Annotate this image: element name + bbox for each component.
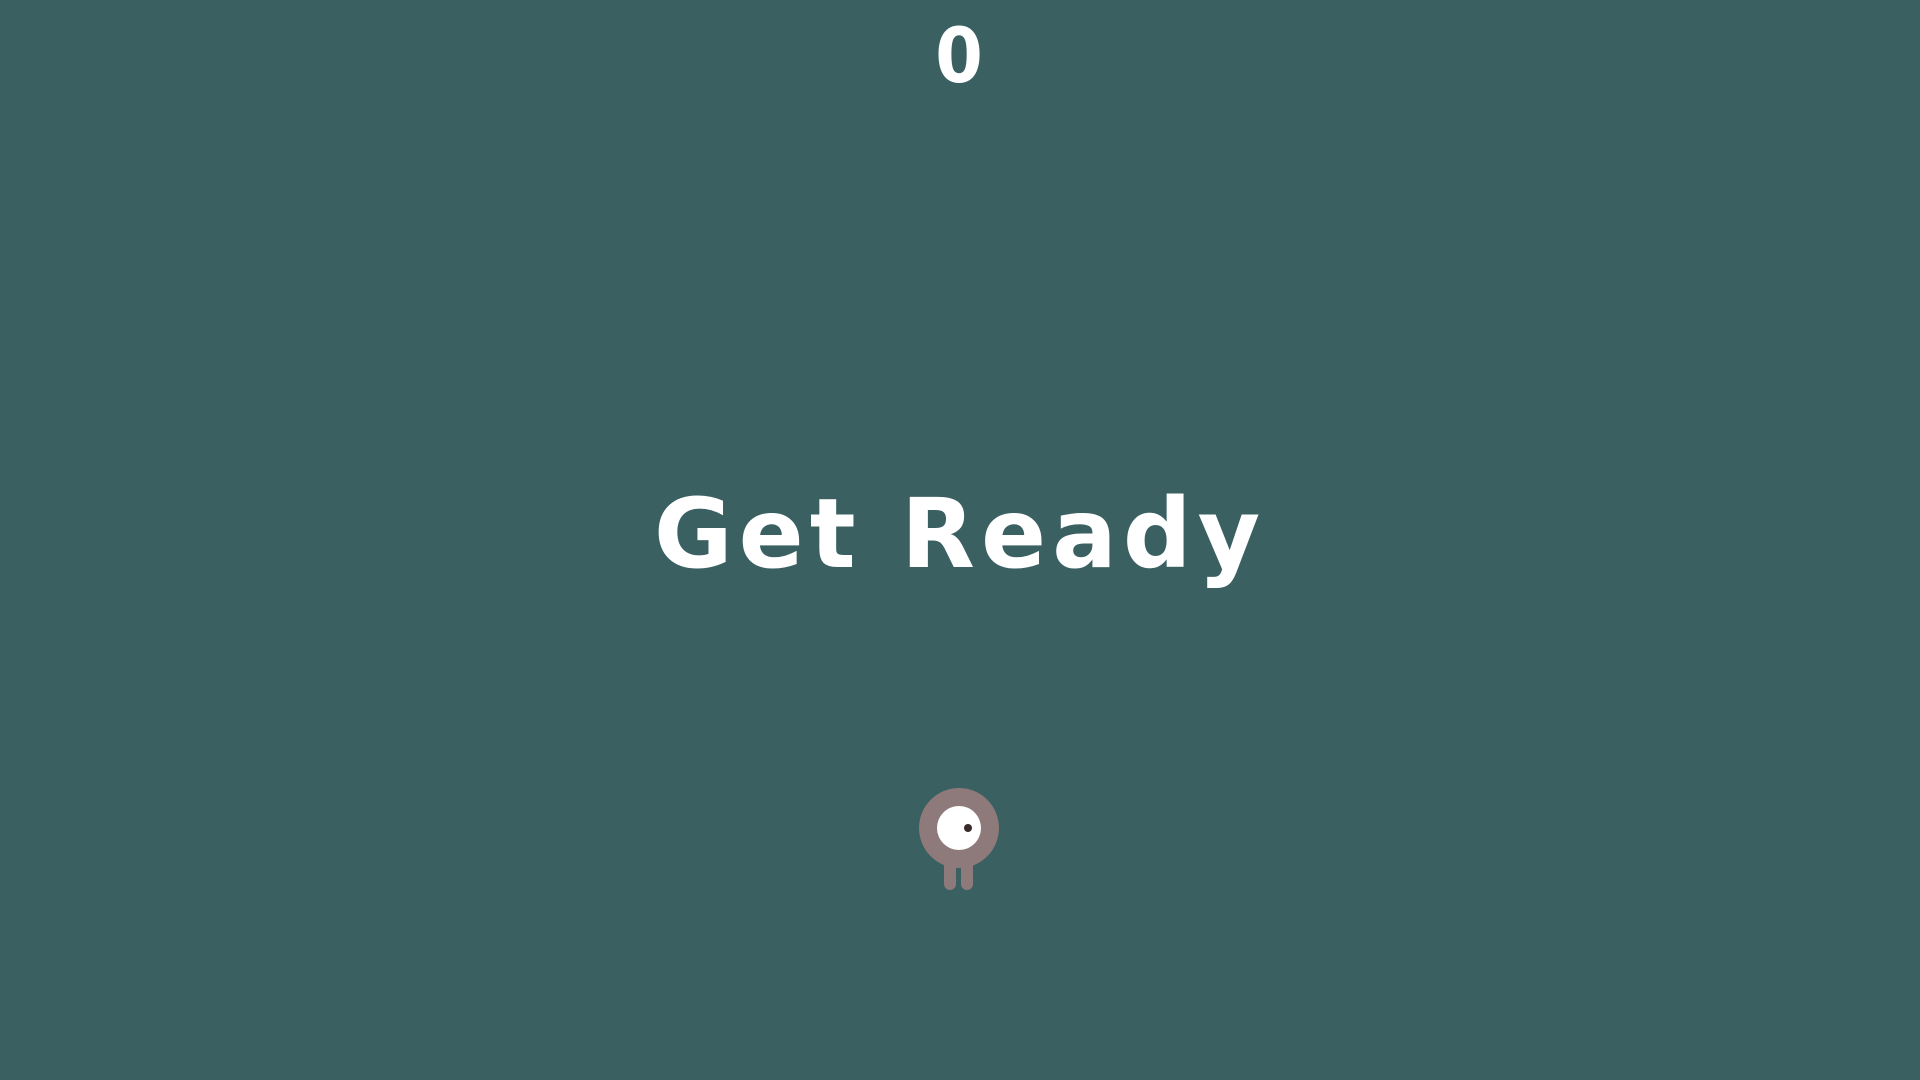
score-counter: 0 [935, 11, 985, 100]
game-stage[interactable]: 0 Get Ready [0, 0, 1920, 1080]
creature-pupil [964, 824, 972, 832]
get-ready-message: Get Ready [653, 478, 1267, 590]
one-eyed-creature-icon [919, 788, 999, 890]
creature-eye [937, 806, 981, 850]
player-creature [919, 788, 999, 890]
